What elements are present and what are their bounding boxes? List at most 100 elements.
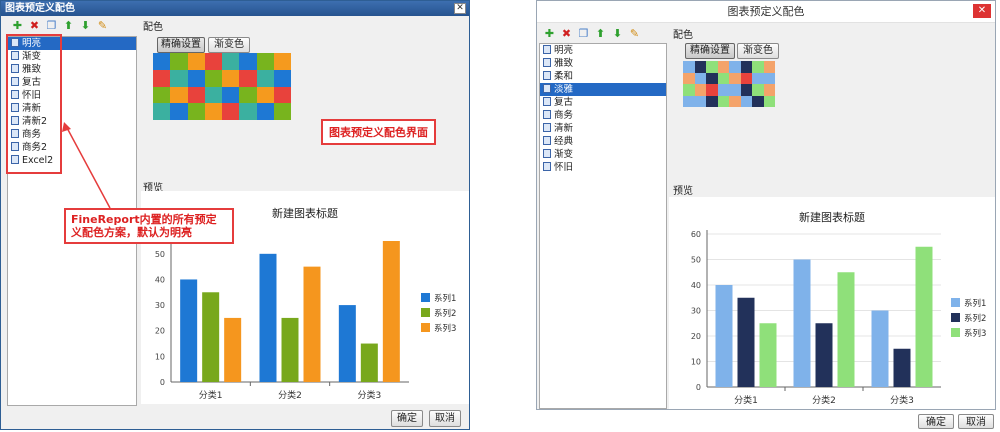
palette-swatch[interactable] [273,69,291,87]
palette-swatch[interactable] [752,61,764,73]
palette-swatch[interactable] [683,61,695,73]
palette-swatch[interactable] [763,61,775,73]
palette-swatch[interactable] [222,103,240,120]
palette-swatch[interactable] [694,84,706,96]
palette-swatch[interactable] [153,53,171,70]
scheme-list-item[interactable]: 渐变 [540,148,666,161]
palette-swatch[interactable] [222,69,240,87]
tab-precise-settings[interactable]: 精确设置 [685,43,735,59]
palette-swatch[interactable] [694,61,706,73]
delete-icon[interactable]: ✖ [28,19,41,32]
copy-icon[interactable]: ❐ [45,19,58,32]
palette-swatch[interactable] [187,103,205,120]
palette-swatch[interactable] [204,86,222,104]
palette-swatch[interactable] [717,95,729,107]
palette-swatch[interactable] [694,72,706,84]
move-down-icon[interactable]: ⬇ [611,27,624,40]
palette-swatch[interactable] [752,72,764,84]
palette-swatch[interactable] [256,103,274,120]
palette-swatch[interactable] [187,86,205,104]
palette-swatch[interactable] [170,86,188,104]
palette-swatch[interactable] [683,72,695,84]
scheme-list-item[interactable]: 经典 [540,135,666,148]
close-icon[interactable]: ✕ [454,3,466,14]
palette-swatch[interactable] [729,61,741,73]
palette-swatch[interactable] [239,86,257,104]
palette-swatch[interactable] [187,53,205,70]
palette-swatch[interactable] [273,103,291,120]
move-down-icon[interactable]: ⬇ [79,19,92,32]
close-icon[interactable]: ✕ [973,4,991,18]
move-up-icon[interactable]: ⬆ [62,19,75,32]
palette-swatch[interactable] [706,95,718,107]
palette-swatch[interactable] [256,53,274,70]
palette-swatch[interactable] [740,95,752,107]
cancel-button[interactable]: 取消 [429,410,461,427]
palette-swatch[interactable] [763,72,775,84]
palette-swatch[interactable] [256,86,274,104]
palette-swatch[interactable] [204,103,222,120]
palette-swatch[interactable] [222,86,240,104]
palette-swatch[interactable] [717,61,729,73]
add-icon[interactable]: ✚ [11,19,24,32]
palette-swatch[interactable] [273,86,291,104]
palette-swatch[interactable] [153,69,171,87]
palette-swatch[interactable] [729,95,741,107]
scheme-list-item[interactable]: 淡雅 [540,83,666,96]
tab-precise-settings[interactable]: 精确设置 [157,37,205,53]
palette-swatch[interactable] [740,84,752,96]
scheme-list-item[interactable]: 明亮 [540,44,666,57]
move-up-icon[interactable]: ⬆ [594,27,607,40]
palette-swatch[interactable] [222,53,240,70]
palette-swatch[interactable] [683,84,695,96]
palette-swatch[interactable] [170,103,188,120]
palette-swatch[interactable] [706,84,718,96]
bar-系列3 [382,241,400,382]
scheme-list-item[interactable]: 怀旧 [540,161,666,174]
scheme-list-item[interactable]: 柔和 [540,70,666,83]
palette-swatch[interactable] [239,69,257,87]
palette-swatch[interactable] [204,69,222,87]
rename-icon[interactable]: ✎ [96,19,109,32]
scheme-list-item[interactable]: 清新 [540,122,666,135]
palette-swatch[interactable] [694,95,706,107]
ok-button[interactable]: 确定 [918,414,954,429]
palette-grid[interactable] [153,53,291,120]
palette-swatch[interactable] [204,53,222,70]
palette-swatch[interactable] [729,84,741,96]
palette-swatch[interactable] [763,95,775,107]
copy-icon[interactable]: ❐ [577,27,590,40]
palette-swatch[interactable] [763,84,775,96]
palette-swatch[interactable] [706,61,718,73]
palette-swatch[interactable] [717,84,729,96]
palette-swatch[interactable] [170,69,188,87]
palette-swatch[interactable] [239,53,257,70]
palette-swatch[interactable] [729,72,741,84]
scheme-list-item[interactable]: 复古 [540,96,666,109]
tab-gradient[interactable]: 渐变色 [737,43,779,59]
scheme-list-item[interactable]: 雅致 [540,57,666,70]
scheme-icon [543,84,551,93]
palette-grid[interactable] [683,61,775,107]
palette-swatch[interactable] [239,103,257,120]
add-icon[interactable]: ✚ [543,27,556,40]
delete-icon[interactable]: ✖ [560,27,573,40]
palette-swatch[interactable] [683,95,695,107]
palette-swatch[interactable] [752,84,764,96]
palette-swatch[interactable] [740,72,752,84]
palette-swatch[interactable] [153,86,171,104]
scheme-list-item[interactable]: 商务 [540,109,666,122]
palette-swatch[interactable] [256,69,274,87]
rename-icon[interactable]: ✎ [628,27,641,40]
palette-swatch[interactable] [717,72,729,84]
palette-swatch[interactable] [187,69,205,87]
palette-swatch[interactable] [170,53,188,70]
palette-swatch[interactable] [706,72,718,84]
tab-gradient[interactable]: 渐变色 [208,37,250,53]
palette-swatch[interactable] [153,103,171,120]
palette-swatch[interactable] [273,53,291,70]
palette-swatch[interactable] [752,95,764,107]
palette-swatch[interactable] [740,61,752,73]
ok-button[interactable]: 确定 [391,410,423,427]
cancel-button[interactable]: 取消 [958,414,994,429]
